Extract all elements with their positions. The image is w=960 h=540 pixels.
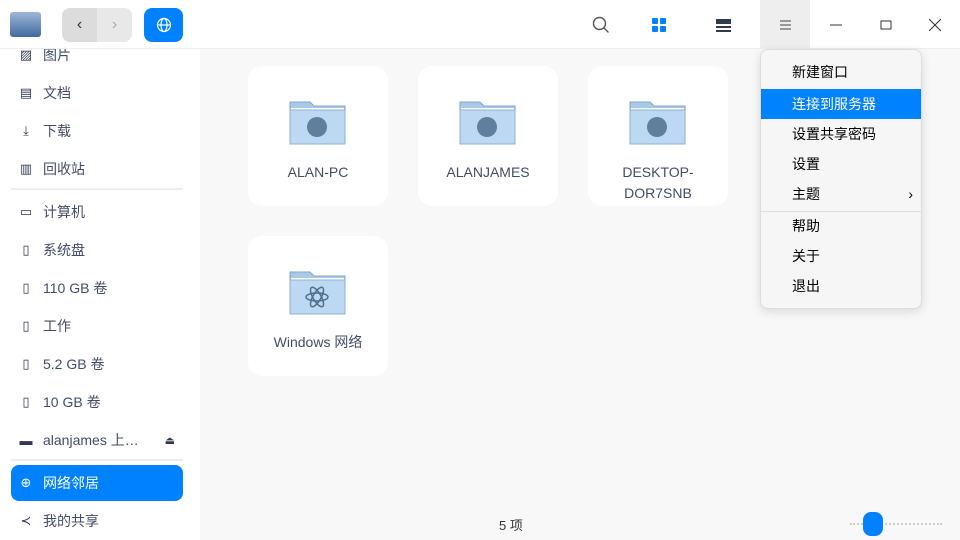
globe-icon: ⊕ — [20, 475, 32, 490]
app-logo-icon — [10, 12, 41, 37]
forward-button[interactable]: › — [97, 8, 132, 42]
sidebar-item-system-disk[interactable]: ▯ 系统盘 — [11, 232, 183, 268]
slider-handle[interactable] — [863, 512, 883, 536]
divider — [11, 188, 183, 190]
grid-icon — [652, 18, 666, 32]
sidebar-item-my-shares[interactable]: ≺ 我的共享 — [11, 503, 183, 539]
menu-item-settings[interactable]: 设置 — [761, 149, 921, 179]
search-button[interactable] — [584, 8, 618, 42]
item-label: Windows 网络 — [273, 334, 363, 350]
menu-item-help[interactable]: 帮助 — [761, 211, 921, 241]
menu-item-about[interactable]: 关于 — [761, 241, 921, 271]
navigation-buttons: ‹ › — [62, 8, 132, 42]
sidebar-item-label: 工作 — [43, 318, 71, 334]
disk-icon: ▯ — [22, 394, 30, 409]
main-menu-button[interactable] — [760, 0, 810, 49]
sidebar-item-label: 文档 — [43, 85, 71, 101]
menu-item-connect-to-server[interactable]: 连接到服务器 — [761, 89, 921, 119]
network-folder-icon — [629, 101, 686, 145]
close-icon — [929, 19, 941, 31]
item-label: ALAN-PC — [287, 164, 349, 180]
sidebar-item-label: 我的共享 — [43, 513, 99, 529]
disk-icon: ▯ — [22, 356, 30, 371]
item-label: DESKTOP-DOR7SNB — [622, 164, 694, 201]
back-button[interactable]: ‹ — [62, 8, 97, 42]
sidebar-item-label: 网络邻居 — [43, 475, 99, 491]
main-menu: 新建窗口 连接到服务器 设置共享密码 设置 主题 › 帮助 关于 退出 — [760, 49, 922, 309]
title-bar: ‹ › — [0, 0, 960, 49]
sidebar-item-computer[interactable]: ▭ 计算机 — [11, 194, 183, 230]
share-icon: ≺ — [20, 513, 32, 528]
list-view-button[interactable] — [706, 8, 740, 42]
zoom-slider[interactable] — [850, 512, 942, 536]
icon-view-button[interactable] — [642, 8, 676, 42]
menu-item-label: 主题 — [792, 186, 820, 202]
sidebar-item-label: 110 GB 卷 — [43, 280, 108, 296]
divider — [11, 459, 183, 461]
windows-network-item[interactable]: Windows 网络 — [248, 236, 388, 376]
sidebar-item-downloads[interactable]: ⤓ 下载 — [11, 113, 183, 149]
network-folder-icon — [289, 271, 346, 315]
sidebar-item-volume[interactable]: ▯ 10 GB 卷 — [11, 384, 183, 420]
hamburger-icon — [779, 20, 791, 29]
network-location-button[interactable] — [144, 8, 183, 42]
sidebar-item-label: alanjames 上… — [43, 432, 139, 448]
sidebar-item-network-share[interactable]: ▬ alanjames 上… ⏏ — [11, 422, 183, 458]
network-share-icon: ▬ — [19, 432, 33, 448]
sidebar-item-label: 5.2 GB 卷 — [43, 356, 105, 372]
sidebar-item-volume[interactable]: ▯ 110 GB 卷 — [11, 270, 183, 306]
pictures-icon: ▨ — [19, 47, 33, 62]
disk-icon: ▯ — [22, 280, 30, 295]
disk-icon: ▯ — [22, 318, 30, 333]
sidebar-item-volume[interactable]: ▯ 5.2 GB 卷 — [11, 346, 183, 382]
sidebar-item-trash[interactable]: ▥ 回收站 — [11, 151, 183, 187]
network-folder-icon — [459, 101, 516, 145]
maximize-icon — [880, 20, 892, 30]
minimize-button[interactable] — [819, 8, 853, 42]
sidebar-item-label: 10 GB 卷 — [43, 394, 101, 410]
sidebar-item-label: 计算机 — [43, 204, 85, 220]
disk-icon: ▯ — [22, 242, 30, 257]
sidebar-item-label: 回收站 — [43, 161, 85, 177]
eject-icon[interactable]: ⏏ — [165, 434, 175, 447]
menu-item-theme[interactable]: 主题 › — [761, 179, 921, 209]
maximize-button[interactable] — [869, 8, 903, 42]
close-button[interactable] — [918, 8, 952, 42]
network-computer-item[interactable]: DESKTOP-DOR7SNB — [588, 66, 728, 206]
sidebar: ▨ 图片 ▤ 文档 ⤓ 下载 ▥ 回收站 ▭ 计算机 ▯ 系统盘 ▯ 110 GB 卷 ▯ 工作… — [0, 47, 200, 540]
menu-item-new-window[interactable]: 新建窗口 — [761, 57, 921, 87]
sidebar-item-work[interactable]: ▯ 工作 — [11, 308, 183, 344]
list-icon — [715, 18, 731, 32]
sidebar-item-label: 系统盘 — [43, 242, 85, 258]
network-computer-item[interactable]: ALANJAMES — [418, 66, 558, 206]
trash-icon: ▥ — [19, 161, 33, 176]
network-computer-item[interactable]: ALAN-PC — [248, 66, 388, 206]
sidebar-item-documents[interactable]: ▤ 文档 — [11, 75, 183, 111]
chevron-right-icon: › — [908, 186, 913, 202]
downloads-icon: ⤓ — [23, 123, 29, 138]
network-folder-icon — [289, 101, 346, 145]
documents-icon: ▤ — [19, 85, 33, 100]
sidebar-item-network[interactable]: ⊕ 网络邻居 — [11, 465, 183, 501]
computer-icon: ▭ — [19, 204, 33, 219]
globe-icon — [156, 17, 171, 33]
item-label: ALANJAMES — [446, 164, 530, 180]
menu-item-exit[interactable]: 退出 — [761, 271, 921, 301]
sidebar-item-label: 下载 — [43, 123, 71, 139]
minimize-icon — [830, 24, 842, 26]
search-icon — [592, 16, 609, 33]
item-count-status: 5 项 — [499, 518, 523, 533]
menu-item-set-share-password[interactable]: 设置共享密码 — [761, 119, 921, 149]
